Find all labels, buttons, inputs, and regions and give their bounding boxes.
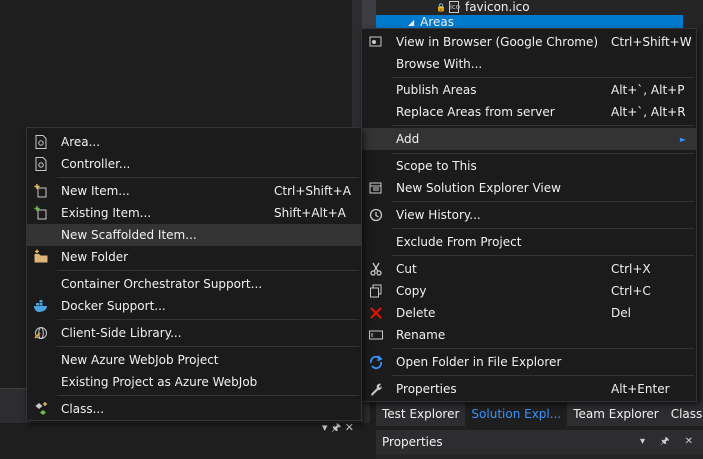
tree-item-label: Areas [420,15,455,29]
menu-item-view-in-browser[interactable]: View in Browser (Google Chrome) Ctrl+Shi… [362,31,696,53]
add-submenu: Area... Controller... New Item... Ctrl+S… [26,127,362,421]
expand-arrow-icon[interactable]: ◢ [408,18,414,27]
menu-item-exclude-from-project[interactable]: Exclude From Project [362,231,696,253]
menu-item-copy[interactable]: Copy Ctrl+C [362,280,696,302]
menu-separator [392,255,694,256]
menu-item-cut[interactable]: Cut Ctrl+X [362,258,696,280]
menu-item-properties[interactable]: Properties Alt+Enter [362,378,696,400]
submenu-arrow-icon: ► [679,134,686,144]
menu-item-new-solution-explorer-view[interactable]: New Solution Explorer View [362,177,696,199]
rename-icon [369,330,383,340]
menu-separator [57,270,359,271]
existing-item-icon [34,206,47,220]
submenu-item-new-item[interactable]: New Item... Ctrl+Shift+A [27,180,361,202]
menu-separator [57,395,359,396]
menu-separator [392,125,694,126]
new-item-icon [34,184,47,198]
tab-class-view[interactable]: Class View [665,402,703,426]
submenu-item-container-orchestrator-support[interactable]: Container Orchestrator Support... [27,273,361,295]
properties-panel-header: Properties ▾ 🖈 ✕ [376,430,703,454]
bottom-panel-controls[interactable]: ▾ 🖈 ✕ [322,419,354,438]
submenu-item-client-side-library[interactable]: Client-Side Library... [27,322,361,344]
menu-separator [392,348,694,349]
submenu-item-controller[interactable]: Controller... [27,153,361,175]
menu-item-replace-areas[interactable]: Replace Areas from server Alt+`, Alt+R [362,101,696,123]
submenu-item-new-azure-webjob-project[interactable]: New Azure WebJob Project [27,349,361,371]
cut-icon [370,262,382,276]
tree-item-favicon[interactable]: 🔒 ico favicon.ico [436,0,686,14]
browser-icon [369,36,382,47]
properties-panel-controls[interactable]: ▾ 🖈 ✕ [640,434,703,451]
menu-item-view-history[interactable]: View History... [362,204,696,226]
file-icon: ico [448,1,461,13]
menu-item-browse-with[interactable]: Browse With... [362,53,696,75]
submenu-item-existing-project-as-azure-webjob[interactable]: Existing Project as Azure WebJob [27,371,361,393]
tree-item-areas[interactable]: ◢ Areas [376,15,683,29]
controller-icon [35,157,47,171]
solution-explorer-tabs: Test Explorer Solution Expl... Team Expl… [376,402,703,426]
tree-item-label: favicon.ico [464,0,530,14]
submenu-item-new-scaffolded-item[interactable]: New Scaffolded Item... [27,224,361,246]
open-folder-icon [369,355,383,370]
menu-separator [57,346,359,347]
properties-panel-body [376,454,703,459]
docker-icon [34,300,47,312]
menu-item-add[interactable]: Add ► [362,128,696,150]
new-folder-icon [34,249,48,263]
properties-title: Properties [382,435,443,449]
wrench-icon [371,383,382,396]
tab-solution-explorer[interactable]: Solution Expl... [465,402,568,426]
menu-item-scope-to-this[interactable]: Scope to This [362,155,696,177]
client-library-icon [34,327,47,339]
menu-separator [392,77,694,78]
menu-separator [57,319,359,320]
submenu-item-class[interactable]: Class... [27,398,361,420]
bottom-tool-window-body [0,423,370,459]
lock-icon: 🔒 [436,2,446,12]
submenu-item-area[interactable]: Area... [27,131,361,153]
menu-item-open-folder-in-file-explorer[interactable]: Open Folder in File Explorer [362,351,696,373]
menu-item-delete[interactable]: Delete Del [362,302,696,324]
context-menu: View in Browser (Google Chrome) Ctrl+Shi… [361,28,697,402]
delete-icon [370,307,382,319]
class-icon [35,402,47,415]
submenu-item-existing-item[interactable]: Existing Item... Shift+Alt+A [27,202,361,224]
new-view-icon [369,182,382,194]
submenu-item-new-folder[interactable]: New Folder [27,246,361,268]
menu-item-publish-areas[interactable]: Publish Areas Alt+`, Alt+P [362,79,696,101]
tab-test-explorer[interactable]: Test Explorer [376,402,465,426]
menu-separator [392,201,694,202]
submenu-item-docker-support[interactable]: Docker Support... [27,295,361,317]
menu-separator [57,177,359,178]
menu-separator [392,153,694,154]
copy-icon [370,284,382,298]
history-icon [369,208,383,222]
area-icon [35,135,47,149]
menu-separator [392,375,694,376]
menu-item-rename[interactable]: Rename [362,324,696,346]
tab-team-explorer[interactable]: Team Explorer [567,402,665,426]
menu-separator [392,228,694,229]
